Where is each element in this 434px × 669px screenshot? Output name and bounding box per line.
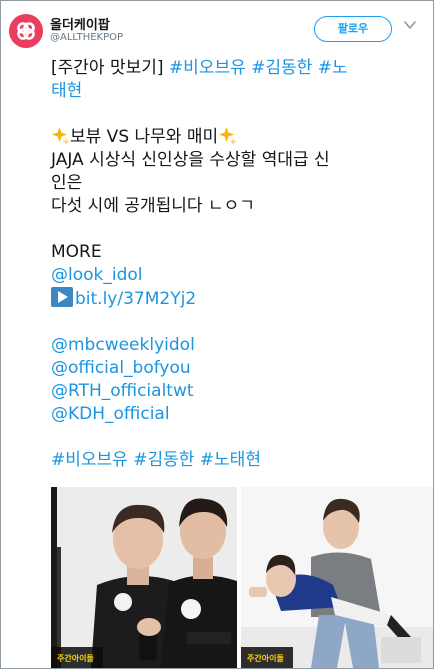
- hashtag-link[interactable]: #노: [318, 58, 348, 78]
- tweet-line: bit.ly/37M2Yj2: [51, 287, 431, 311]
- user-handle[interactable]: @ALLTHEKPOP: [50, 32, 123, 43]
- tweet-text: [주간아 맛보기] #비오브유 #김동한 #노 태현 보뷰 VS 나무와 매미 …: [51, 57, 431, 472]
- hashtag-link[interactable]: #김동한: [251, 58, 312, 78]
- display-name[interactable]: 올더케이팝: [50, 14, 110, 33]
- tweet-phrase: 보뷰 VS 나무와 매미: [70, 127, 219, 147]
- line-break: [51, 426, 431, 449]
- tweet-header: 올더케이팝 @ALLTHEKPOP 팔로우: [1, 1, 433, 51]
- photo-illustration: 주간아이돌: [241, 487, 433, 668]
- tweet-line: 보뷰 VS 나무와 매미: [51, 126, 431, 149]
- tweet-line: @look_idol: [51, 264, 431, 287]
- mention-link[interactable]: @mbcweeklyidol: [51, 335, 195, 355]
- sparkles-icon: [51, 126, 70, 145]
- avatar[interactable]: [9, 14, 43, 48]
- media-photo[interactable]: 주간아이돌: [51, 487, 237, 668]
- hashtag-link[interactable]: #비오브유: [51, 450, 128, 470]
- follow-button[interactable]: 팔로우: [314, 16, 392, 42]
- tweet-line: #비오브유 #김동한 #노태현: [51, 449, 431, 472]
- hashtag-link[interactable]: 태현: [51, 81, 82, 101]
- media-grid: 주간아이돌 주간아이돌: [51, 487, 433, 668]
- photo-caption: 주간아이돌: [57, 653, 94, 663]
- tweet-line: [주간아 맛보기] #비오브유 #김동한 #노: [51, 57, 431, 80]
- chevron-down-icon[interactable]: [403, 19, 417, 31]
- hashtag-link[interactable]: #노태현: [200, 450, 261, 470]
- url-link[interactable]: bit.ly/37M2Yj2: [75, 289, 196, 309]
- media-photo[interactable]: 주간아이돌: [241, 487, 433, 668]
- tweet-line: 다섯 시에 공개됩니다 ㄴㅇㄱ: [51, 196, 255, 216]
- mention-link[interactable]: @official_bofyou: [51, 358, 191, 378]
- hashtag-link[interactable]: #비오브유: [169, 58, 246, 78]
- hashtag-link[interactable]: #김동한: [133, 450, 194, 470]
- tweet-line: @mbcweeklyidol: [51, 334, 431, 357]
- more-label: MORE: [51, 242, 102, 262]
- sparkles-icon: [219, 126, 237, 145]
- line-break: [51, 311, 431, 334]
- brand-logo-icon: [17, 22, 35, 40]
- tweet-line: @RTH_officialtwt: [51, 380, 431, 403]
- photo-illustration: 주간아이돌: [51, 487, 237, 668]
- tweet-line: @official_bofyou: [51, 357, 431, 380]
- tweet-prefix: [주간아 맛보기]: [51, 58, 169, 78]
- tweet-line: 태현: [51, 80, 431, 103]
- tweet-line: 인은: [51, 173, 83, 193]
- photo-caption: 주간아이돌: [247, 653, 284, 663]
- mention-link[interactable]: @RTH_officialtwt: [51, 381, 194, 401]
- mention-link[interactable]: @look_idol: [51, 265, 143, 285]
- tweet-card: 올더케이팝 @ALLTHEKPOP 팔로우 [주간아 맛보기] #비오브유 #김…: [0, 0, 434, 669]
- line-break: [51, 218, 431, 241]
- line-break: [51, 103, 431, 126]
- mention-link[interactable]: @KDH_official: [51, 404, 170, 424]
- play-button-icon: [51, 287, 73, 307]
- tweet-line: @KDH_official: [51, 403, 431, 426]
- tweet-line: JAJA 시상식 신인상을 수상할 역대급 신: [51, 150, 330, 170]
